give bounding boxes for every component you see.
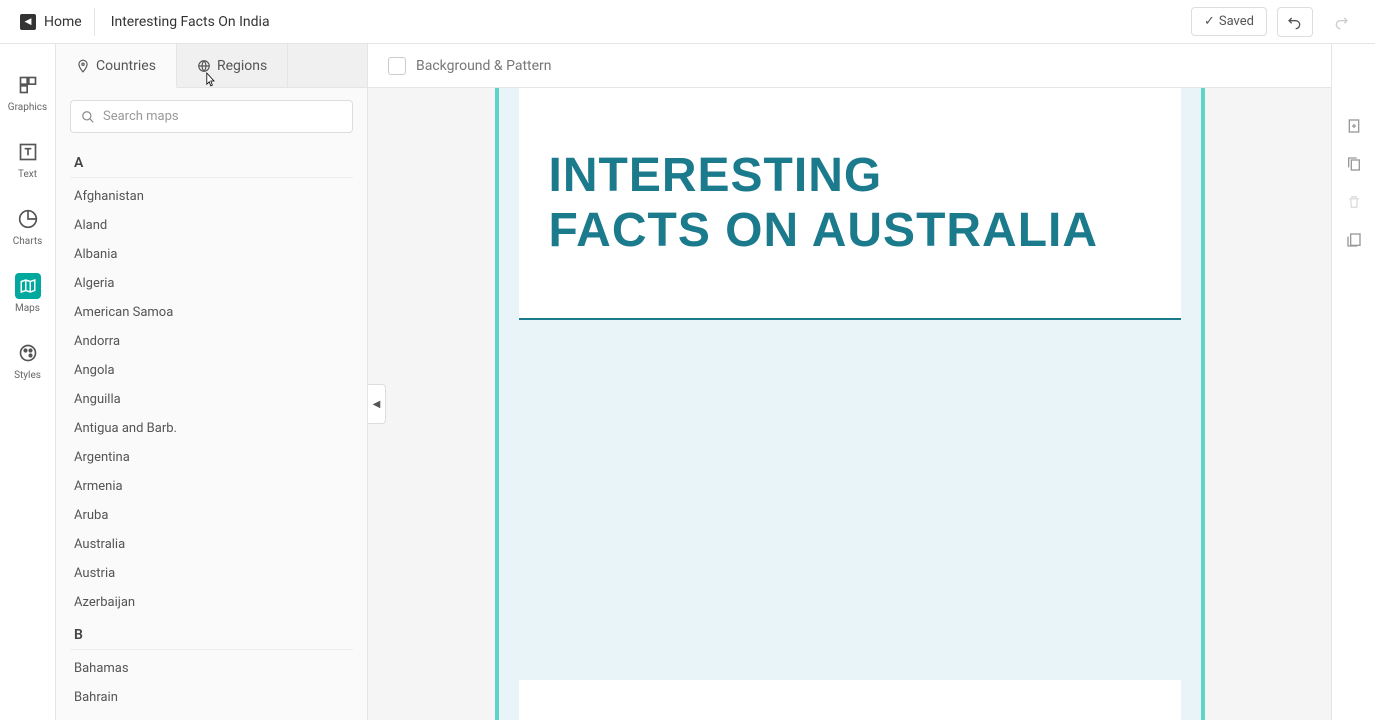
rail-maps[interactable]: Maps	[4, 269, 52, 318]
country-item[interactable]: Austria	[70, 559, 353, 588]
rail-label: Charts	[13, 236, 43, 247]
country-item[interactable]: Algeria	[70, 269, 353, 298]
country-item[interactable]: Andorra	[70, 327, 353, 356]
canvas-page[interactable]: INTERESTING FACTS ON AUSTRALIA	[495, 88, 1205, 720]
home-label: Home	[44, 14, 82, 30]
tab-countries[interactable]: Countries	[56, 44, 177, 88]
country-item[interactable]: Bahamas	[70, 654, 353, 683]
title-line1: INTERESTING	[549, 148, 1151, 203]
left-rail: Graphics Text Charts Maps Styles	[0, 44, 56, 720]
country-item[interactable]: Anguilla	[70, 385, 353, 414]
country-item[interactable]: Aland	[70, 211, 353, 240]
rail-label: Text	[18, 169, 37, 180]
rail-graphics[interactable]: Graphics	[4, 68, 52, 117]
add-page-button[interactable]	[1344, 116, 1364, 136]
canvas-inner: INTERESTING FACTS ON AUSTRALIA	[519, 88, 1181, 720]
country-item[interactable]: Argentina	[70, 443, 353, 472]
country-item[interactable]: Aruba	[70, 501, 353, 530]
body-block[interactable]	[519, 320, 1181, 680]
globe-icon	[197, 59, 211, 73]
main-area: Graphics Text Charts Maps Styles	[0, 44, 1375, 720]
country-item[interactable]: Azerbaijan	[70, 588, 353, 617]
rail-label: Maps	[15, 303, 40, 314]
country-list[interactable]: A AfghanistanAlandAlbaniaAlgeriaAmerican …	[56, 145, 367, 720]
section-header: B	[70, 617, 353, 650]
graphics-icon	[15, 72, 41, 98]
rail-styles[interactable]: Styles	[4, 336, 52, 385]
pages-list-button[interactable]	[1344, 230, 1364, 250]
collapse-panel-handle[interactable]: ◀	[368, 384, 386, 424]
country-item[interactable]: Bahrain	[70, 683, 353, 712]
canvas-viewport[interactable]: ◀ INTERESTING FACTS ON AUSTRALIA	[368, 88, 1331, 720]
charts-icon	[15, 206, 41, 232]
undo-button[interactable]	[1277, 7, 1313, 37]
country-item[interactable]: Armenia	[70, 472, 353, 501]
country-item[interactable]: Australia	[70, 530, 353, 559]
home-button[interactable]: Home	[8, 8, 95, 36]
title-block[interactable]: INTERESTING FACTS ON AUSTRALIA	[519, 88, 1181, 320]
tab-regions[interactable]: Regions	[177, 44, 288, 87]
maps-icon	[15, 273, 41, 299]
country-item[interactable]: Angola	[70, 356, 353, 385]
pin-icon	[76, 59, 90, 73]
saved-label: Saved	[1219, 14, 1254, 29]
top-right-controls: ✓ Saved	[1191, 7, 1367, 37]
country-item[interactable]: Afghanistan	[70, 182, 353, 211]
search-box[interactable]	[70, 100, 353, 133]
top-bar: Home Interesting Facts On India ✓ Saved	[0, 0, 1375, 44]
canvas-area: Background & Pattern ◀ INTERESTING FACTS…	[368, 44, 1331, 720]
country-item[interactable]: Antigua and Barb.	[70, 414, 353, 443]
bg-pattern-label: Background & Pattern	[416, 58, 552, 74]
search-wrap	[56, 88, 367, 145]
rail-label: Graphics	[8, 102, 47, 113]
back-icon	[20, 14, 36, 30]
side-panel: Countries Regions A AfghanistanAlandAlban…	[56, 44, 368, 720]
title-line2: FACTS ON AUSTRALIA	[549, 203, 1151, 258]
duplicate-page-button[interactable]	[1344, 154, 1364, 174]
rail-charts[interactable]: Charts	[4, 202, 52, 251]
search-input[interactable]	[103, 109, 342, 124]
canvas-toolbar: Background & Pattern	[368, 44, 1331, 88]
country-item[interactable]: American Samoa	[70, 298, 353, 327]
check-icon: ✓	[1204, 14, 1215, 29]
document-title[interactable]: Interesting Facts On India	[95, 14, 286, 30]
bg-pattern-checkbox[interactable]	[388, 57, 406, 75]
styles-icon	[15, 340, 41, 366]
tab-label: Regions	[217, 58, 267, 74]
country-item[interactable]: Bangladesh	[70, 712, 353, 720]
rail-text[interactable]: Text	[4, 135, 52, 184]
right-rail	[1331, 44, 1375, 720]
tab-label: Countries	[96, 58, 156, 74]
search-icon	[81, 110, 95, 124]
saved-button[interactable]: ✓ Saved	[1191, 7, 1267, 36]
redo-button[interactable]	[1323, 7, 1359, 37]
text-icon	[15, 139, 41, 165]
rail-label: Styles	[14, 370, 41, 381]
country-item[interactable]: Albania	[70, 240, 353, 269]
delete-page-button[interactable]	[1344, 192, 1364, 212]
undo-icon	[1287, 14, 1303, 30]
section-header: A	[70, 145, 353, 178]
redo-icon	[1333, 14, 1349, 30]
panel-tabs: Countries Regions	[56, 44, 367, 88]
